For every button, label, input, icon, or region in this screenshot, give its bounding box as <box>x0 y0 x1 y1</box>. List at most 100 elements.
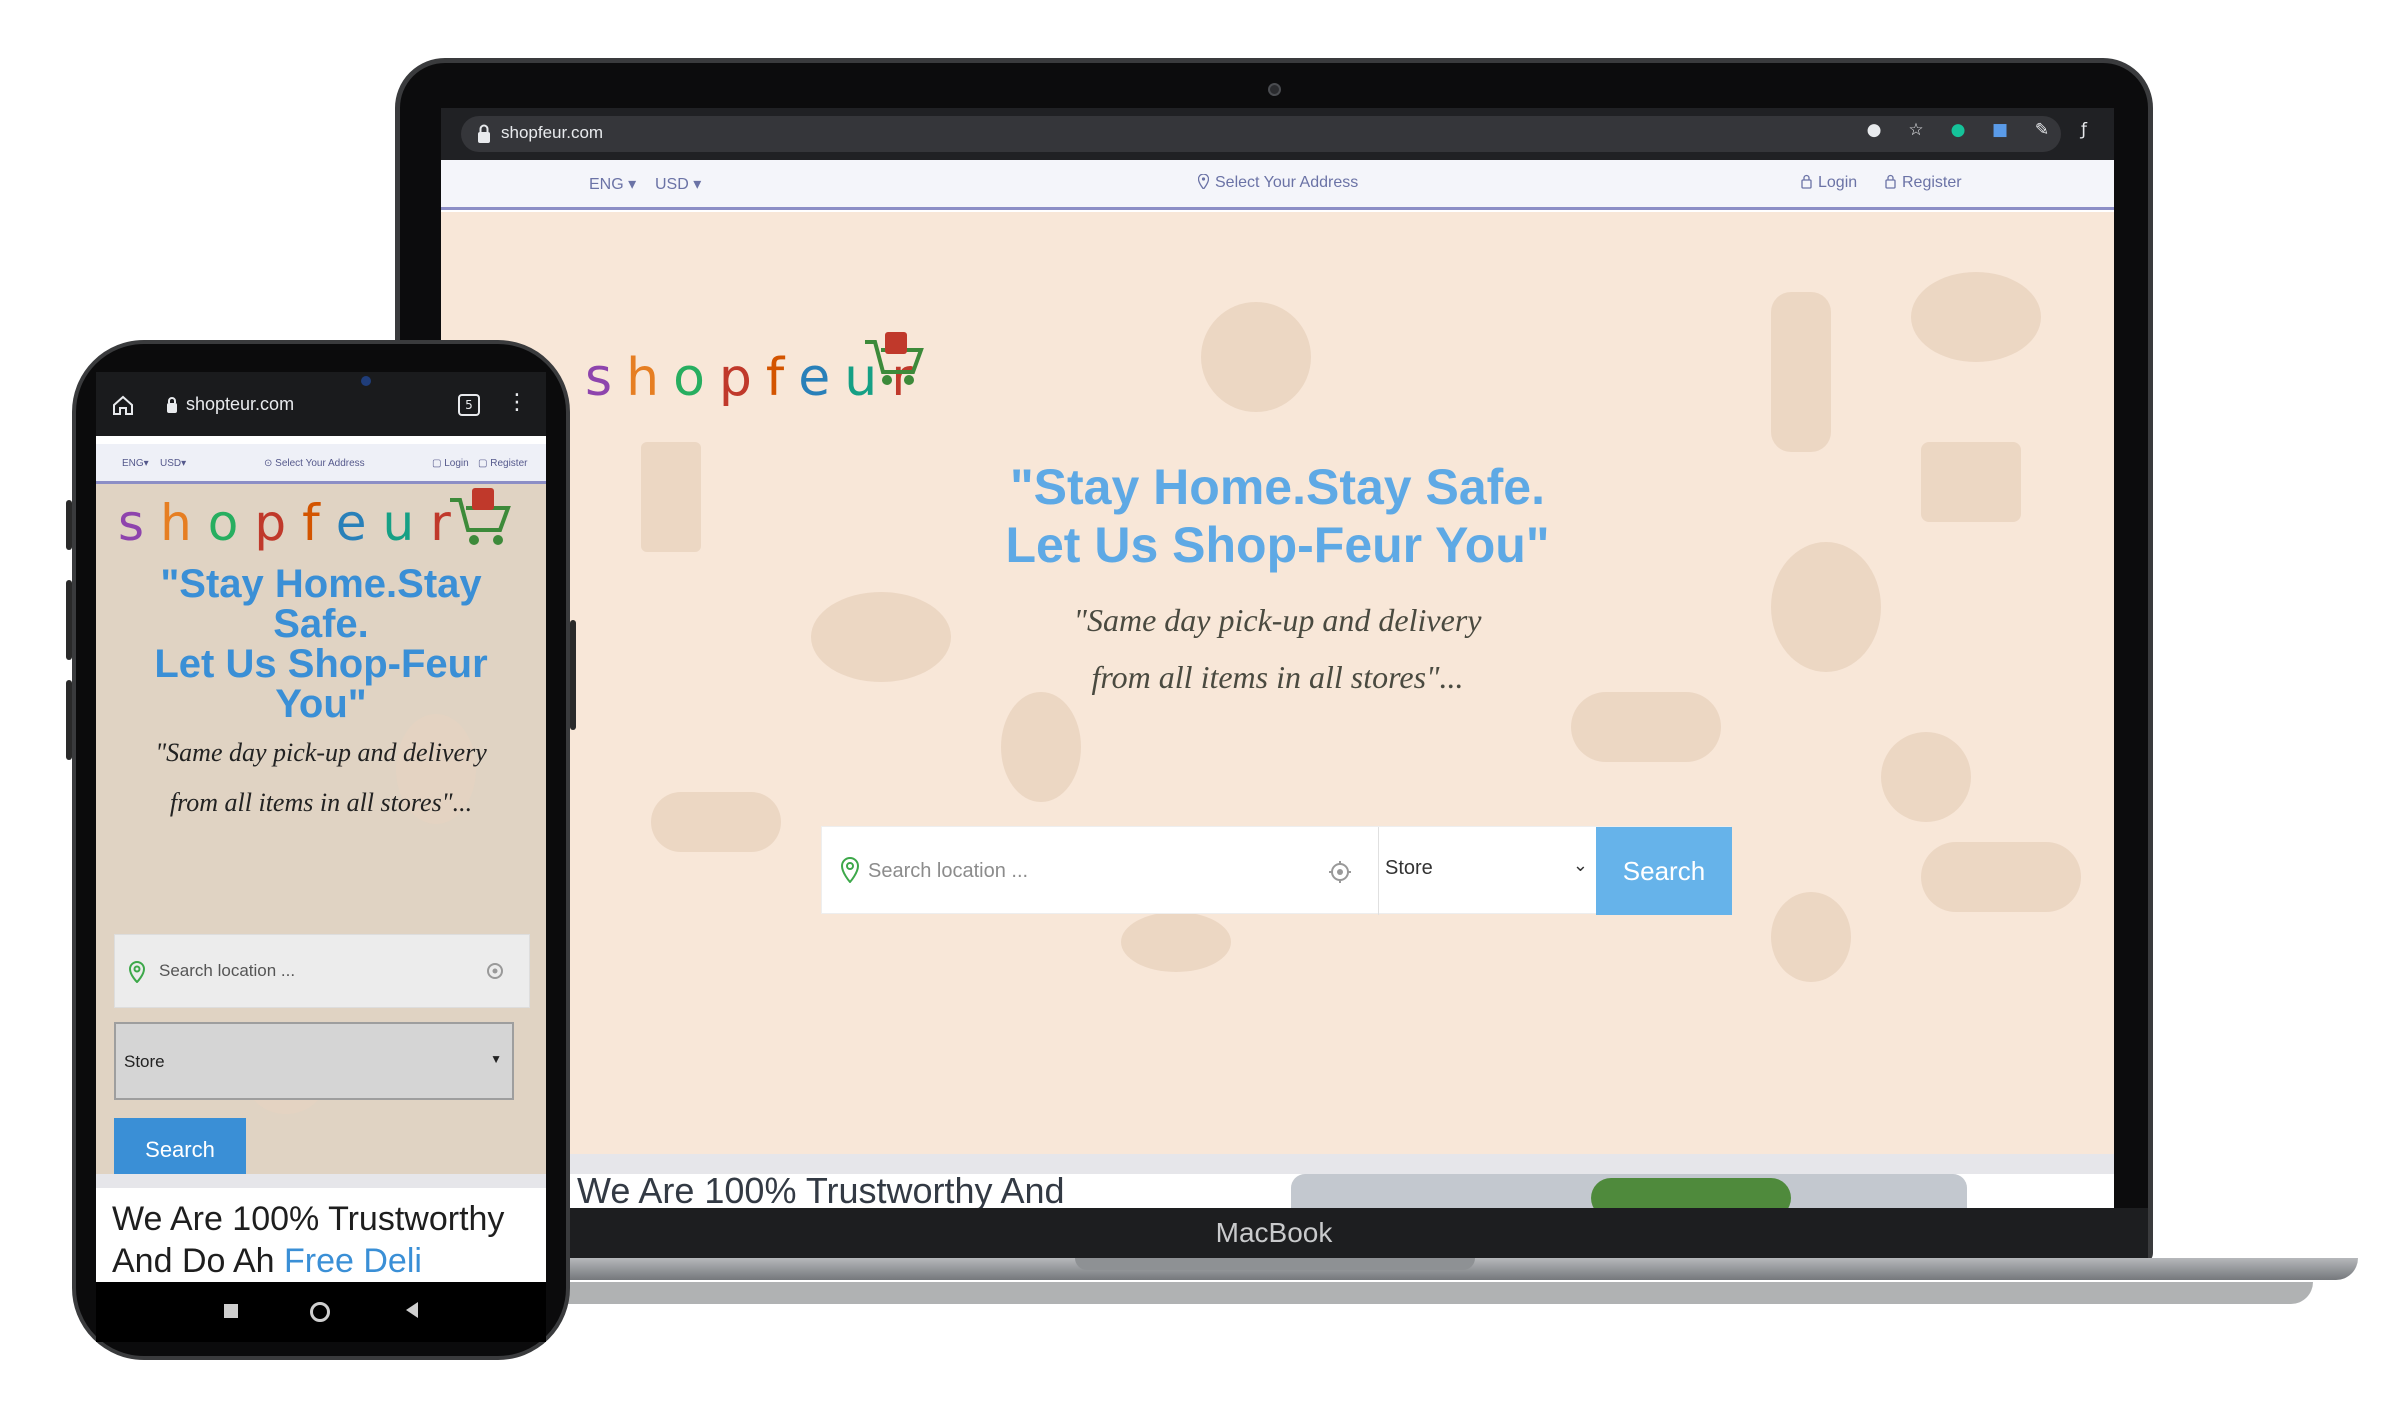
hero-subtitle: "Same day pick-up and delivery from all … <box>96 728 546 828</box>
browser-toolbar: shopfeur.com ● ☆ ● ■ ✎ ƒ <box>441 108 2114 160</box>
home-icon[interactable] <box>112 394 134 416</box>
tabs-icon[interactable]: 5 <box>458 394 480 416</box>
function-extension-icon[interactable]: ƒ <box>2074 120 2094 140</box>
location-pin-icon <box>1198 174 1209 189</box>
device-mockup: shopfeur.com ● ☆ ● ■ ✎ ƒ ENG ▾ USD ▾ Sel… <box>0 0 2389 1406</box>
meat-doodle <box>1911 272 2041 362</box>
login-link[interactable]: Login <box>1801 174 1857 192</box>
register-link[interactable]: ▢ Register <box>478 458 527 469</box>
hero-title-line: "Stay Home.Stay <box>160 562 482 606</box>
section-heading-accent: Free Deli <box>284 1242 422 1280</box>
search-location-input[interactable] <box>868 849 1348 893</box>
section-divider <box>96 1174 546 1188</box>
phone-side-button <box>66 680 72 760</box>
hero-section: shopfeur "Stay Home.Stay Safe. Let Us Sh… <box>441 212 2114 1154</box>
select-address-link[interactable]: ⊙ Select Your Address <box>264 458 365 469</box>
home-button[interactable] <box>310 1302 330 1322</box>
lock-icon <box>1801 174 1812 189</box>
search-button[interactable]: Search <box>1596 827 1732 915</box>
hero-section: shopfeur "Stay Home.Stay Safe. Let Us Sh… <box>96 484 546 1174</box>
hero-subtitle-line: "Same day pick-up and delivery <box>155 738 487 767</box>
logo-letter: p <box>254 494 303 552</box>
currency-select[interactable]: USD ▾ <box>655 174 701 194</box>
recents-button[interactable] <box>224 1304 238 1318</box>
star-icon[interactable]: ☆ <box>1906 120 1926 140</box>
location-search-form: Store ⌄ Search <box>821 826 1732 915</box>
store-select[interactable]: Store ⌄ <box>1378 827 1596 915</box>
cart-icon <box>865 332 924 385</box>
search-button[interactable]: Search <box>114 1118 246 1174</box>
logo-letter: u <box>382 494 431 552</box>
logo-letter: f <box>302 494 336 552</box>
language-select[interactable]: ENG ▾ <box>589 174 636 194</box>
register-link[interactable]: Register <box>1885 174 1962 192</box>
laptop-hinge-notch <box>1075 1258 1475 1270</box>
cart-icon <box>450 488 511 545</box>
phone-power-button <box>570 620 576 730</box>
eggplant-doodle <box>1921 842 2081 912</box>
hero-subtitle: "Same day pick-up and delivery from all … <box>441 592 2114 706</box>
vegetable-image <box>1591 1178 1791 1208</box>
apple-doodle <box>1881 732 1971 822</box>
store-select[interactable]: Store ▼ <box>114 1022 514 1100</box>
search-placeholder: Search location ... <box>159 961 296 980</box>
login-link[interactable]: ▢ Login <box>432 458 469 469</box>
logo-letter: s <box>118 494 161 552</box>
hero-subtitle-line: from all items in all stores"... <box>1091 659 1464 695</box>
hero-subtitle-line: from all items in all stores"... <box>169 788 473 817</box>
about-image <box>1291 1174 1967 1208</box>
url-text: shopfeur.com <box>501 123 604 142</box>
logo-letter: h <box>626 348 674 408</box>
section-heading-text: And Do Ah <box>112 1242 275 1280</box>
logo-letter: h <box>160 494 208 552</box>
target-icon[interactable] <box>485 961 505 981</box>
currency-select[interactable]: USD▾ <box>160 458 186 469</box>
extension-icon[interactable]: ● <box>1864 120 1884 140</box>
select-address-link[interactable]: Select Your Address <box>1198 174 1358 192</box>
chevron-down-icon: ▼ <box>490 1052 502 1066</box>
logo-letter: o <box>673 348 719 408</box>
shopfeur-logo[interactable]: shopfeur <box>118 494 467 552</box>
address-bar[interactable] <box>461 116 2061 152</box>
browser-extensions: ● ☆ ● ■ ✎ ƒ <box>1864 120 2094 140</box>
lock-icon <box>1885 174 1896 189</box>
phone-side-button <box>66 580 72 660</box>
logo-letter: e <box>798 348 845 408</box>
site-topbar: ENG ▾ USD ▾ Select Your Address Login Re… <box>441 160 2114 210</box>
grammarly-icon[interactable]: ● <box>1948 120 1968 140</box>
store-select-value: Store <box>1385 857 1433 879</box>
logo-letter: f <box>765 348 799 408</box>
laptop-camera <box>1268 83 1281 96</box>
section-heading: We Are 100% Trustworthy <box>112 1200 505 1238</box>
phone-side-button <box>66 500 72 550</box>
lock-icon <box>478 124 490 143</box>
laptop-shadow <box>420 1282 2313 1304</box>
search-location-input[interactable]: Search location ... <box>114 934 530 1008</box>
target-icon[interactable] <box>1328 860 1352 884</box>
logo-letter: o <box>207 494 255 552</box>
site-topbar: ENG▾ USD▾ ⊙ Select Your Address ▢ Login … <box>96 444 546 484</box>
section-heading: We Are 100% Trustworthy And <box>577 1170 1065 1208</box>
garlic-doodle <box>1771 892 1851 982</box>
camera-extension-icon[interactable]: ■ <box>1990 120 2010 140</box>
logo-letter: p <box>718 348 766 408</box>
section-heading-line2: And Do Ah Free Deli <box>112 1242 422 1281</box>
hero-title-line: You" <box>275 682 367 726</box>
phone-browser-toolbar: shopteur.com 5 ⋮ <box>96 372 546 436</box>
hero-title-line: Let Us Shop-Feur You" <box>1005 517 1550 573</box>
hero-title: "Stay Home.Stay Safe. Let Us Shop-Feur Y… <box>106 564 536 724</box>
pen-extension-icon[interactable]: ✎ <box>2032 120 2052 140</box>
url-text[interactable]: shopteur.com <box>186 394 294 415</box>
phone-screen: shopteur.com 5 ⋮ ENG▾ USD▾ ⊙ Select Your… <box>96 372 546 1282</box>
location-pin-icon <box>129 961 145 983</box>
language-select[interactable]: ENG▾ <box>122 458 149 469</box>
laptop-screen: shopfeur.com ● ☆ ● ■ ✎ ƒ ENG ▾ USD ▾ Sel… <box>441 108 2114 1208</box>
tomato-doodle <box>1201 302 1311 412</box>
hero-subtitle-line: "Same day pick-up and delivery <box>1073 602 1482 638</box>
bottle-doodle <box>1771 292 1831 452</box>
logo-letter: s <box>585 348 627 408</box>
store-select-value: Store <box>124 1052 165 1071</box>
hero-title-line: Let Us Shop-Feur <box>154 642 488 686</box>
menu-icon[interactable]: ⋮ <box>506 390 528 415</box>
back-button[interactable] <box>406 1302 418 1318</box>
